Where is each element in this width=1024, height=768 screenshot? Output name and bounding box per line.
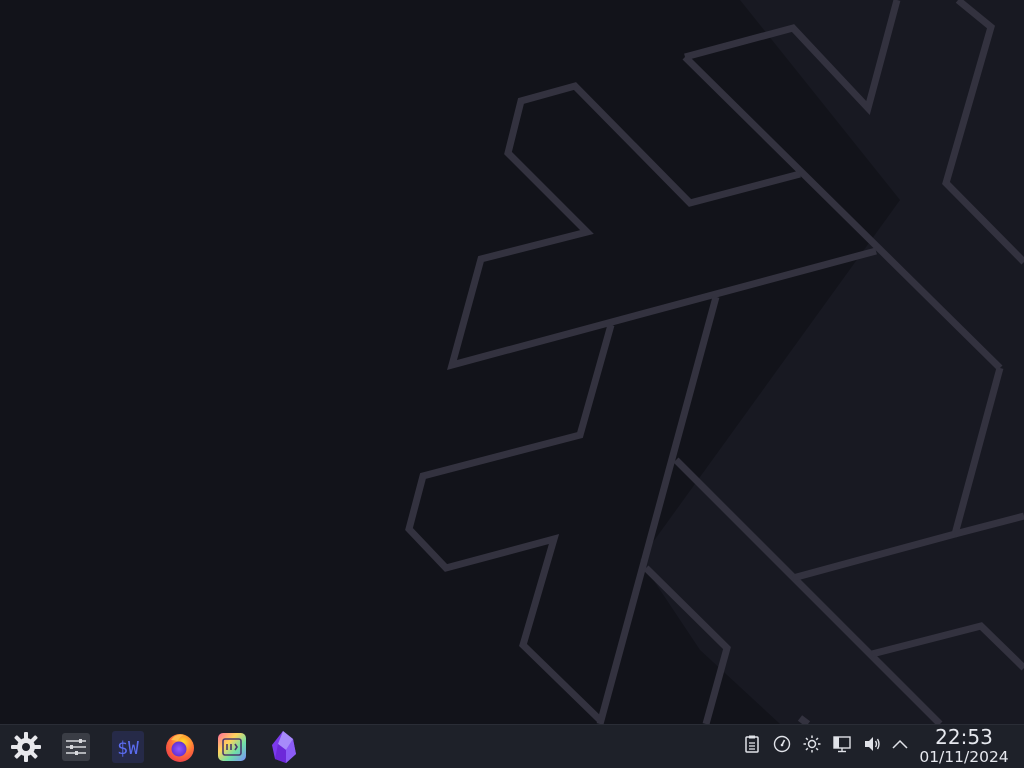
- terminal-app-button[interactable]: $W: [110, 729, 146, 765]
- dollar-w-terminal-icon: $W: [112, 731, 144, 763]
- network-wired-icon: [833, 735, 851, 757]
- gauge-icon: [773, 735, 791, 757]
- firefox-icon: [164, 731, 196, 763]
- terminal-icon-label: $W: [117, 738, 139, 759]
- clipboard-icon: [744, 735, 760, 757]
- snowflake-wallpaper: [405, 0, 1024, 724]
- obsidian-crystal-icon: [269, 730, 299, 764]
- application-launcher-button[interactable]: [8, 729, 44, 765]
- speaker-icon: [863, 735, 881, 757]
- kde-gear-icon: [9, 730, 43, 764]
- system-settings-button[interactable]: [58, 729, 94, 765]
- digital-clock[interactable]: 22:53 01/11/2024: [914, 726, 1014, 767]
- gradient-app-button[interactable]: [214, 729, 250, 765]
- taskbar: $W 22:53 01/11/2024: [0, 724, 1024, 768]
- clock-time: 22:53: [935, 725, 993, 749]
- chevron-up-icon: [891, 735, 909, 757]
- clipboard-button[interactable]: [742, 735, 762, 757]
- rainbow-app-icon: [217, 732, 247, 762]
- network-button[interactable]: [832, 736, 852, 756]
- show-hidden-icons-button[interactable]: [890, 736, 910, 756]
- volume-button[interactable]: [862, 736, 882, 756]
- brightness-button[interactable]: [802, 735, 822, 757]
- clock-date: 01/11/2024: [919, 748, 1009, 766]
- desktop[interactable]: [0, 0, 1024, 724]
- sun-icon: [803, 735, 821, 757]
- settings-sliders-icon: [61, 732, 91, 762]
- obsidian-button[interactable]: [266, 729, 302, 765]
- power-profile-button[interactable]: [772, 735, 792, 757]
- firefox-button[interactable]: [162, 729, 198, 765]
